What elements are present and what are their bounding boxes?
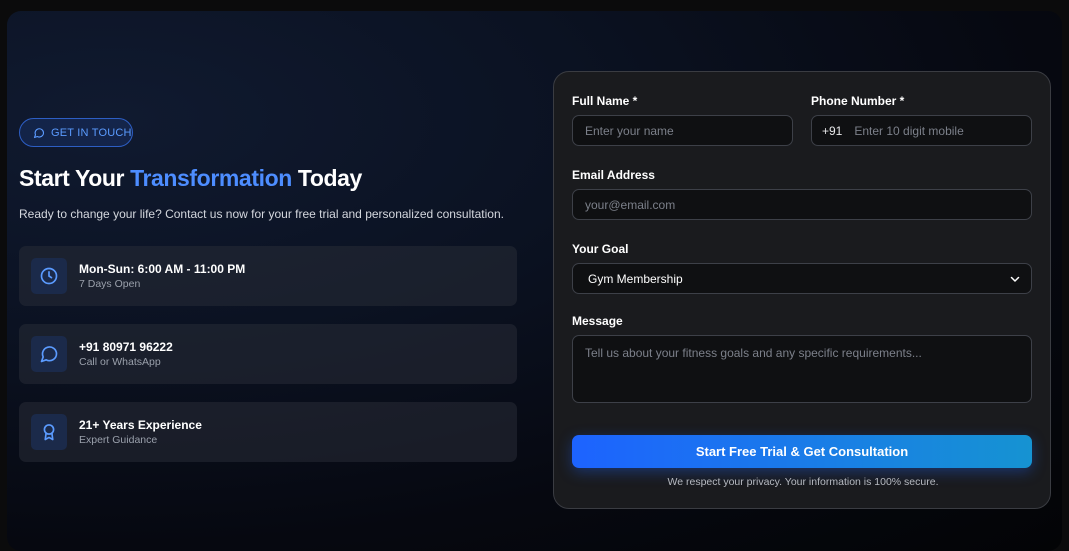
title-start: Start Your <box>19 165 131 191</box>
email-input[interactable]: your@email.com <box>572 189 1032 220</box>
message-textarea[interactable]: Tell us about your fitness goals and any… <box>572 335 1032 403</box>
full-name-input[interactable]: Enter your name <box>572 115 793 146</box>
info-icon-box <box>31 336 67 372</box>
info-card-hours: Mon-Sun: 6:00 AM - 11:00 PM 7 Days Open <box>19 246 517 306</box>
intro-text: Ready to change your life? Contact us no… <box>19 207 504 221</box>
goal-selected-value: Gym Membership <box>588 271 683 286</box>
chevron-down-icon <box>1010 276 1020 282</box>
country-code: +91 <box>822 123 843 138</box>
experience-subtitle: Expert Guidance <box>79 434 158 446</box>
contact-section: GET IN TOUCH Start Your Transformation T… <box>7 11 1062 551</box>
award-icon <box>43 424 55 441</box>
title-end: Today <box>291 165 362 191</box>
submit-label: Start Free Trial & Get Consultation <box>695 444 909 459</box>
phone-label: Phone Number * <box>811 94 905 108</box>
title-accent: Transformation <box>130 165 292 191</box>
info-card-phone[interactable]: +91 80971 96222 Call or WhatsApp <box>19 324 517 384</box>
info-icon-box <box>31 258 67 294</box>
badge-label: GET IN TOUCH <box>51 126 132 139</box>
contact-form: Full Name * Enter your name Phone Number… <box>553 71 1051 509</box>
chat-bubble-icon <box>40 346 58 363</box>
info-card-experience: 21+ Years Experience Expert Guidance <box>19 402 517 462</box>
email-label: Email Address <box>572 168 655 182</box>
hours-subtitle: 7 Days Open <box>79 278 141 290</box>
message-label: Message <box>572 314 623 328</box>
info-icon-box <box>31 414 67 450</box>
phone-title: +91 80971 96222 <box>79 340 173 354</box>
email-placeholder: your@email.com <box>585 197 676 212</box>
goal-select[interactable]: Gym Membership <box>572 263 1032 294</box>
clock-icon <box>40 267 58 285</box>
phone-input[interactable]: +91 Enter 10 digit mobile <box>811 115 1032 146</box>
experience-title: 21+ Years Experience <box>79 418 202 432</box>
chat-bubble-icon <box>33 127 45 138</box>
phone-placeholder: Enter 10 digit mobile <box>854 123 964 138</box>
message-placeholder: Tell us about your fitness goals and any… <box>585 346 922 360</box>
full-name-placeholder: Enter your name <box>585 123 674 138</box>
privacy-note: We respect your privacy. Your informatio… <box>667 476 939 488</box>
submit-button[interactable]: Start Free Trial & Get Consultation <box>572 435 1032 468</box>
hours-title: Mon-Sun: 6:00 AM - 11:00 PM <box>79 262 246 276</box>
phone-subtitle: Call or WhatsApp <box>79 356 161 368</box>
page-title: Start Your Transformation Today <box>19 165 362 192</box>
goal-label: Your Goal <box>572 242 629 256</box>
full-name-label: Full Name * <box>572 94 638 108</box>
get-in-touch-badge: GET IN TOUCH <box>19 118 133 147</box>
